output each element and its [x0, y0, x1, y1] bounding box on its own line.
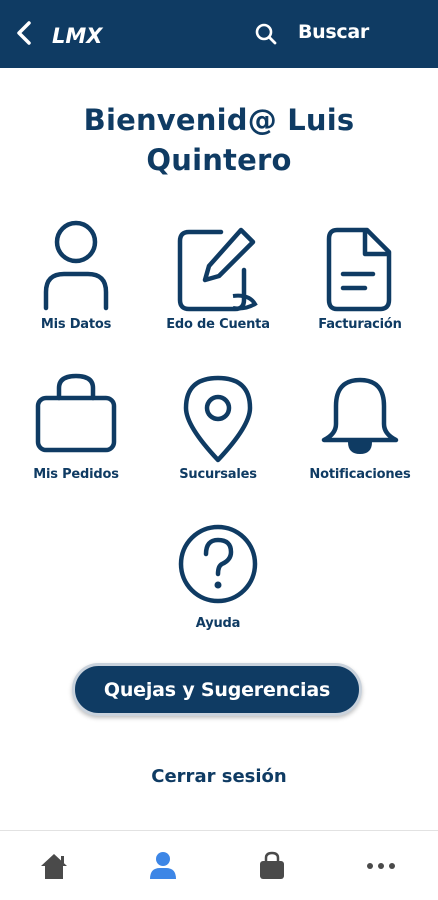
bag-icon[interactable]: [255, 849, 289, 883]
user-icon[interactable]: [146, 849, 180, 883]
edo-cuenta-label: Edo de Cuenta: [166, 317, 270, 332]
menu-facturacion[interactable]: Facturación: [287, 220, 433, 350]
quejas-sugerencias-button[interactable]: Quejas y Sugerencias: [72, 663, 362, 716]
location-pin-icon: [183, 375, 253, 463]
facturacion-label: Facturación: [318, 317, 402, 332]
top-bar: LMX Buscar: [0, 0, 438, 68]
welcome-line-2: Quintero: [146, 143, 292, 177]
menu-edo-cuenta[interactable]: Edo de Cuenta: [145, 220, 291, 350]
back-arrow-icon[interactable]: [12, 18, 36, 48]
menu-ayuda[interactable]: Ayuda: [145, 522, 291, 652]
ayuda-label: Ayuda: [195, 616, 241, 631]
notificaciones-label: Notificaciones: [309, 467, 411, 482]
document-icon: [326, 227, 392, 312]
search-label[interactable]: Buscar: [298, 21, 369, 43]
menu-mis-datos[interactable]: Mis Datos: [3, 220, 149, 350]
menu-mis-pedidos[interactable]: Mis Pedidos: [3, 372, 149, 502]
logout-link[interactable]: Cerrar sesión: [0, 766, 438, 787]
mis-datos-label: Mis Datos: [40, 317, 112, 332]
menu-sucursales[interactable]: Sucursales: [145, 372, 291, 502]
menu-notificaciones[interactable]: Notificaciones: [287, 372, 433, 502]
mis-pedidos-label: Mis Pedidos: [33, 467, 119, 482]
svg-text:LMX: LMX: [52, 24, 104, 46]
help-icon: [178, 524, 258, 604]
welcome-line-1: Bienvenid@ Luis: [83, 103, 355, 137]
more-icon[interactable]: [364, 849, 398, 883]
sucursales-label: Sucursales: [179, 467, 257, 482]
search-icon[interactable]: [254, 22, 278, 46]
shopping-bag-icon: [35, 373, 117, 453]
home-icon[interactable]: [37, 849, 71, 883]
user-icon: [43, 220, 109, 311]
welcome-title: Bienvenid@ Luis Quintero: [0, 100, 438, 180]
bottom-nav: [0, 830, 438, 900]
brand-logo: LMX: [52, 24, 104, 46]
bell-icon: [321, 377, 399, 454]
edit-document-icon: [177, 227, 258, 312]
